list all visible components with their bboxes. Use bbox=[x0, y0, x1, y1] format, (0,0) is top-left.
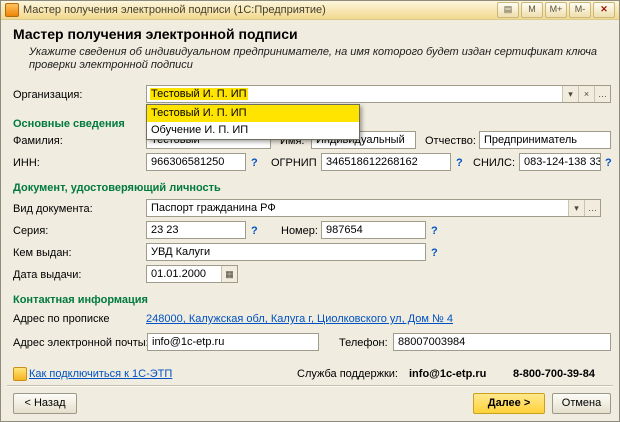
app-1c-icon bbox=[5, 3, 19, 17]
series-help-link[interactable]: ? bbox=[251, 225, 258, 237]
email-value: info@1c-etp.ru bbox=[152, 336, 225, 348]
dropdown-item-selected[interactable]: Тестовый И. П. ИП bbox=[147, 105, 359, 122]
doc-kind-value: Паспорт гражданина РФ bbox=[151, 202, 276, 214]
back-button[interactable]: < Назад bbox=[13, 393, 77, 414]
dropdown-item[interactable]: Обучение И. П. ИП bbox=[147, 122, 359, 139]
ogrnip-input[interactable]: 346518612268162 bbox=[321, 153, 451, 171]
issue-date-value: 01.01.2000 bbox=[151, 268, 207, 280]
middlename-input[interactable]: Предприниматель bbox=[479, 131, 611, 149]
how-to-connect-link[interactable]: Как подключиться к 1С-ЭТП bbox=[29, 368, 172, 380]
issue-date-label: Дата выдачи: bbox=[13, 269, 82, 281]
wizard-window: Мастер получения электронной подписи (1С… bbox=[0, 0, 620, 422]
window-title: Мастер получения электронной подписи (1С… bbox=[23, 4, 326, 16]
organization-label: Организация: bbox=[13, 89, 83, 101]
issued-by-value: УВД Калуги bbox=[151, 246, 211, 258]
inn-input[interactable]: 966306581250 bbox=[146, 153, 246, 171]
issued-by-label: Кем выдан: bbox=[13, 247, 72, 259]
snils-value: 083-124-138 33 bbox=[524, 156, 601, 168]
phone-label: Телефон: bbox=[339, 337, 388, 349]
doc-kind-combobox[interactable]: Паспорт гражданина РФ ▾ … bbox=[146, 199, 601, 217]
snils-label: СНИЛС: bbox=[473, 157, 516, 169]
email-label: Адрес электронной почты: bbox=[13, 337, 149, 349]
next-button[interactable]: Далее > bbox=[473, 393, 545, 414]
choose-icon[interactable]: … bbox=[594, 86, 610, 102]
dropdown-arrow-icon[interactable]: ▾ bbox=[562, 86, 578, 102]
snils-input[interactable]: 083-124-138 33 bbox=[519, 153, 601, 171]
support-email: info@1c-etp.ru bbox=[409, 368, 487, 380]
organization-dropdown: Тестовый И. П. ИП Обучение И. П. ИП bbox=[146, 104, 360, 140]
choose-icon[interactable]: … bbox=[584, 200, 600, 216]
address-label: Адрес по прописке bbox=[13, 313, 110, 325]
calendar-icon[interactable]: ▦ bbox=[221, 266, 237, 282]
inn-help-link[interactable]: ? bbox=[251, 157, 258, 169]
issued-by-input[interactable]: УВД Калуги bbox=[146, 243, 426, 261]
series-value: 23 23 bbox=[151, 224, 179, 236]
middlename-label: Отчество: bbox=[425, 135, 476, 147]
page-title: Мастер получения электронной подписи bbox=[13, 26, 298, 42]
organization-value: Тестовый И. П. ИП bbox=[150, 88, 248, 100]
window-controls: ▤ M M+ M- ✕ bbox=[497, 2, 615, 18]
footer-separator bbox=[7, 385, 613, 387]
series-input[interactable]: 23 23 bbox=[146, 221, 246, 239]
doc-kind-buttons: ▾ … bbox=[568, 200, 600, 216]
section-main-title: Основные сведения bbox=[13, 118, 125, 130]
font-scale-plus-icon[interactable]: M+ bbox=[545, 2, 567, 18]
organization-buttons: ▾ × … bbox=[562, 86, 610, 102]
dock-window-icon[interactable]: ▤ bbox=[497, 2, 519, 18]
support-label: Служба поддержки: bbox=[297, 368, 398, 380]
dropdown-arrow-icon[interactable]: ▾ bbox=[568, 200, 584, 216]
number-input[interactable]: 987654 bbox=[321, 221, 426, 239]
series-label: Серия: bbox=[13, 225, 49, 237]
issue-date-buttons: ▦ bbox=[221, 266, 237, 282]
font-scale-icon[interactable]: M bbox=[521, 2, 543, 18]
doc-kind-label: Вид документа: bbox=[13, 203, 93, 215]
font-scale-minus-icon[interactable]: M- bbox=[569, 2, 591, 18]
email-input[interactable]: info@1c-etp.ru bbox=[147, 333, 319, 351]
etp-icon bbox=[13, 367, 27, 381]
snils-help-link[interactable]: ? bbox=[605, 157, 612, 169]
number-label: Номер: bbox=[281, 225, 318, 237]
organization-combobox[interactable]: Тестовый И. П. ИП ▾ × … bbox=[146, 85, 611, 103]
issue-date-input[interactable]: 01.01.2000 ▦ bbox=[146, 265, 238, 283]
page-hint: Укажите сведения об индивидуальном предп… bbox=[29, 46, 598, 71]
inn-value: 966306581250 bbox=[151, 156, 225, 168]
inn-label: ИНН: bbox=[13, 157, 40, 169]
cancel-button[interactable]: Отмена bbox=[552, 393, 611, 414]
support-phone: 8-800-700-39-84 bbox=[513, 368, 595, 380]
close-icon[interactable]: ✕ bbox=[593, 2, 615, 18]
window-titlebar[interactable]: Мастер получения электронной подписи (1С… bbox=[1, 1, 619, 20]
clear-icon[interactable]: × bbox=[578, 86, 594, 102]
address-link[interactable]: 248000, Калужская обл, Калуга г, Циолков… bbox=[146, 313, 453, 325]
issued-by-help-link[interactable]: ? bbox=[431, 247, 438, 259]
section-contact-title: Контактная информация bbox=[13, 294, 148, 306]
ogrnip-help-link[interactable]: ? bbox=[456, 157, 463, 169]
ogrnip-value: 346518612268162 bbox=[326, 156, 418, 168]
number-help-link[interactable]: ? bbox=[431, 225, 438, 237]
section-doc-title: Документ, удостоверяющий личность bbox=[13, 182, 221, 194]
phone-value: 88007003984 bbox=[398, 336, 466, 348]
number-value: 987654 bbox=[326, 224, 363, 236]
middlename-value: Предприниматель bbox=[484, 134, 578, 146]
lastname-label: Фамилия: bbox=[13, 135, 63, 147]
phone-input[interactable]: 88007003984 bbox=[393, 333, 611, 351]
ogrnip-label: ОГРНИП bbox=[271, 157, 317, 169]
